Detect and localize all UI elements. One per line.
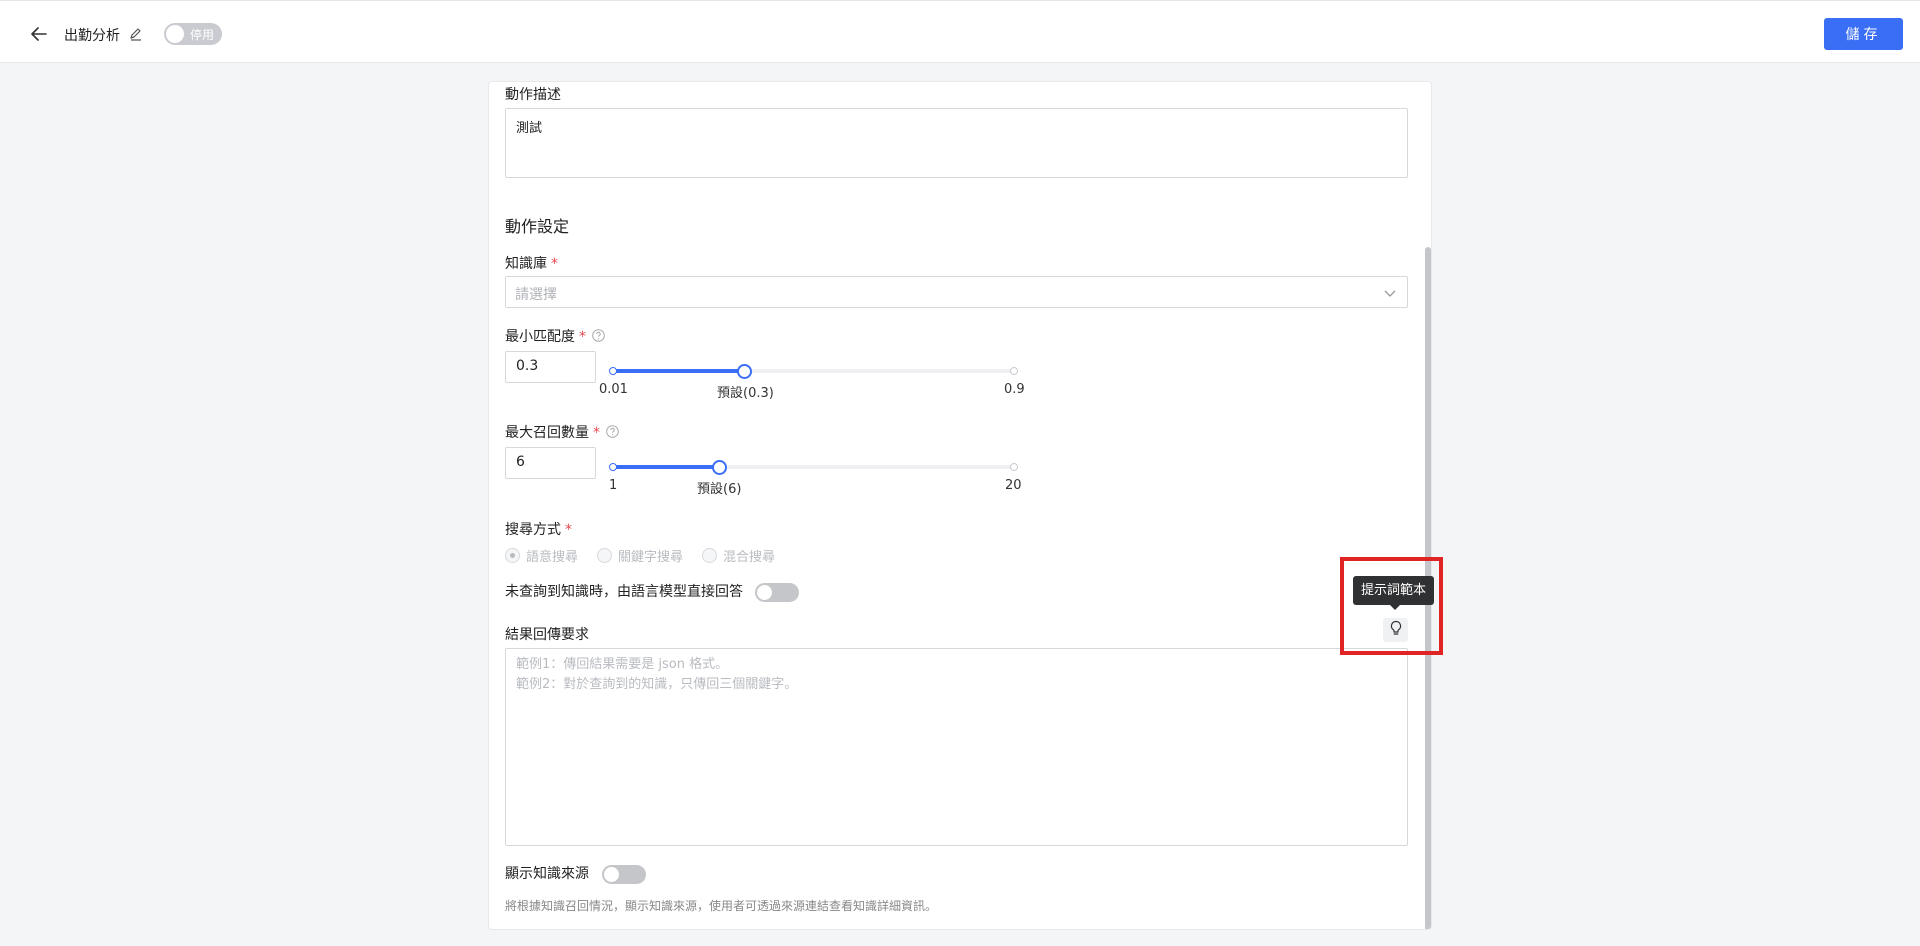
radio-circle <box>505 548 520 563</box>
max-recall-input[interactable]: 6 <box>505 447 596 479</box>
max-recall-slider[interactable] <box>609 457 1018 477</box>
direct-answer-label: 未查詢到知識時，由語言模型直接回答 <box>505 584 743 600</box>
back-arrow-icon[interactable] <box>28 23 50 45</box>
radio-keyword-search[interactable]: 關鍵字搜尋 <box>597 546 683 565</box>
radio-semantic-search[interactable]: 語意搜尋 <box>505 546 578 565</box>
direct-answer-toggle[interactable] <box>755 583 799 602</box>
description-value: 測試 <box>516 121 543 136</box>
slider-fill <box>613 465 719 469</box>
chevron-down-icon <box>1383 286 1397 300</box>
search-mode-label-text: 搜尋方式 <box>505 522 561 538</box>
min-match-label-text: 最小匹配度 <box>505 329 575 345</box>
show-source-hint: 將根據知識召回情況，顯示知識來源，使用者可透過來源連結查看知識詳細資訊。 <box>505 899 938 913</box>
slider-start-dot <box>609 463 617 471</box>
save-button[interactable]: 儲存 <box>1824 18 1903 50</box>
radio-label: 混合搜尋 <box>723 550 776 565</box>
required-mark: * <box>565 522 572 538</box>
search-mode-label: 搜尋方式 * <box>505 519 572 539</box>
toggle-knob <box>604 867 619 882</box>
help-circle-icon[interactable] <box>592 329 605 342</box>
radio-label: 語意搜尋 <box>526 550 579 565</box>
knowledge-base-select[interactable]: 請選擇 <box>505 276 1408 308</box>
section-title: 動作設定 <box>505 217 570 236</box>
description-label: 動作描述 <box>505 87 561 103</box>
radio-hybrid-search[interactable]: 混合搜尋 <box>702 546 775 565</box>
show-source-label: 顯示知識來源 <box>505 866 589 882</box>
slider-handle[interactable] <box>711 460 727 475</box>
required-mark: * <box>579 329 586 345</box>
select-placeholder: 請選擇 <box>515 287 557 303</box>
min-match-label: 最小匹配度 * <box>505 326 605 346</box>
enable-toggle[interactable]: 停用 <box>164 23 222 45</box>
result-requirement-textarea[interactable]: 範例1：傳回結果需要是 json 格式。 範例2：對於查詢到的知識，只傳回三個關… <box>505 648 1408 846</box>
required-mark: * <box>551 256 558 272</box>
placeholder-line-1: 範例1：傳回結果需要是 json 格式。 <box>516 657 729 672</box>
top-bar: 出勤分析 停用 儲存 <box>0 0 1920 63</box>
radio-circle <box>702 548 717 563</box>
toggle-knob <box>166 25 184 43</box>
slider-min-label: 1 <box>609 478 618 493</box>
knowledge-base-label-text: 知識庫 <box>505 256 547 272</box>
min-match-slider[interactable] <box>609 361 1018 381</box>
max-recall-label-text: 最大召回數量 <box>505 425 589 441</box>
edit-pencil-icon[interactable] <box>128 26 144 42</box>
page-title: 出勤分析 <box>64 28 120 44</box>
slider-default-label: 預設(0.3) <box>717 386 774 401</box>
slider-min-label: 0.01 <box>599 382 628 397</box>
max-recall-label: 最大召回數量 * <box>505 422 619 442</box>
slider-max-label: 0.9 <box>1004 382 1025 397</box>
min-match-input[interactable]: 0.3 <box>505 351 596 383</box>
toggle-knob <box>757 585 772 600</box>
radio-circle <box>597 548 612 563</box>
show-source-toggle[interactable] <box>602 865 646 884</box>
knowledge-base-label: 知識庫 * <box>505 253 558 273</box>
slider-end-dot <box>1010 463 1018 471</box>
slider-fill <box>613 369 744 373</box>
description-textarea[interactable]: 測試 <box>505 108 1408 178</box>
placeholder-line-2: 範例2：對於查詢到的知識，只傳回三個關鍵字。 <box>516 677 798 692</box>
result-requirement-label: 結果回傳要求 <box>505 627 589 643</box>
radio-label: 關鍵字搜尋 <box>618 550 684 565</box>
help-circle-icon[interactable] <box>606 425 619 438</box>
slider-max-label: 20 <box>1005 478 1022 493</box>
required-mark: * <box>593 425 600 441</box>
slider-start-dot <box>609 367 617 375</box>
slider-handle[interactable] <box>736 364 752 379</box>
slider-end-dot <box>1010 367 1018 375</box>
toggle-label: 停用 <box>190 28 215 42</box>
slider-default-label: 預設(6) <box>697 482 742 497</box>
action-settings-card: 動作描述 測試 動作設定 知識庫 * 請選擇 最小匹配度 * 0.3 0.01 預設… <box>488 81 1432 930</box>
annotation-highlight-box <box>1340 557 1443 655</box>
